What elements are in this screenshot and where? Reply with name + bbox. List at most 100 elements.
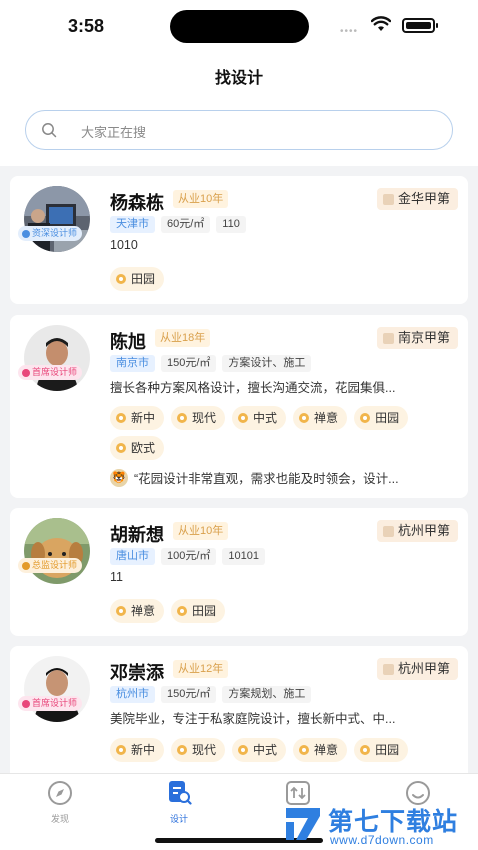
compass-icon (48, 781, 72, 805)
flower-icon (177, 745, 188, 755)
style-tag: 禅意 (293, 738, 348, 762)
flower-icon (116, 274, 126, 284)
designer-name: 邓崇添 (110, 663, 164, 683)
meta-row: 南京市 150元/㎡ 方案设计、施工 (110, 355, 312, 372)
flower-icon (116, 745, 126, 755)
flower-icon (177, 606, 188, 616)
price-chip: 100元/㎡ (161, 548, 217, 565)
search-input[interactable]: 大家正在搜 (25, 110, 453, 150)
city-chip: 天津市 (110, 216, 155, 233)
firm-icon (382, 332, 394, 344)
service-chip: 10101 (222, 548, 266, 565)
flower-icon (116, 413, 126, 423)
wifi-icon (371, 16, 391, 31)
price-chip: 150元/㎡ (161, 686, 217, 703)
page-title: 找设计 (214, 70, 263, 87)
flower-icon (116, 606, 126, 616)
flower-icon (299, 745, 310, 755)
tab-label: 发现 (50, 814, 69, 824)
firm-badge: 杭州甲第 (376, 658, 458, 680)
firm-badge: 南京甲第 (376, 327, 458, 349)
firm-icon (382, 525, 394, 537)
firm-icon (382, 663, 394, 675)
style-tag: 现代 (171, 406, 226, 430)
flower-icon (116, 443, 126, 453)
role-badge: 首席设计师 (18, 696, 83, 711)
designer-description: 擅长各种方案风格设计，擅长沟通交流，花园集俱... (110, 381, 396, 395)
tab-design[interactable]: 设计 (149, 780, 209, 825)
avatar (24, 518, 90, 584)
meta-row: 天津市 60元/㎡ 110 (110, 216, 246, 233)
style-tags: 禅意 田园 (110, 599, 456, 623)
style-tag: 现代 (171, 738, 226, 762)
role-badge: 首席设计师 (18, 365, 83, 380)
style-tag: 中式 (232, 738, 287, 762)
badge-icon (22, 368, 30, 377)
designer-card[interactable]: 资深设计师 杨森栋 从业10年 金华甲第 天津市 60元/㎡ 110 1010 … (10, 176, 468, 304)
city-chip: 杭州市 (110, 686, 155, 703)
meta-row: 唐山市 100元/㎡ 10101 (110, 548, 266, 565)
service-chip: 方案规划、施工 (222, 686, 312, 703)
style-tag: 田园 (171, 599, 226, 623)
role-badge: 资深设计师 (18, 226, 83, 241)
firm-icon (382, 193, 394, 205)
meta-row: 杭州市 150元/㎡ 方案规划、施工 (110, 686, 312, 703)
watermark-logo-icon (286, 808, 320, 840)
price-chip: 150元/㎡ (161, 355, 217, 372)
style-tag: 田园 (354, 738, 409, 762)
tab-discover[interactable]: 发现 (30, 780, 90, 825)
watermark-url: www.d7down.com (330, 833, 434, 847)
status-time: 3:58 (68, 16, 105, 36)
top-header: 3:58 •••• 找设计 大家正在搜 (0, 0, 478, 166)
designer-card[interactable]: 首席设计师 陈旭 从业18年 南京甲第 南京市 150元/㎡ 方案设计、施工 擅… (10, 315, 468, 498)
flower-icon (238, 413, 249, 423)
experience-badge: 从业12年 (173, 660, 229, 678)
firm-badge: 金华甲第 (376, 188, 458, 210)
style-tag: 田园 (354, 406, 409, 430)
style-tags: 新中 现代 中式 禅意 田园 (110, 738, 456, 762)
badge-icon (22, 561, 30, 570)
firm-badge: 杭州甲第 (376, 520, 458, 542)
service-chip: 110 (216, 216, 246, 233)
dynamic-island (170, 10, 309, 43)
style-tags: 田园 (110, 267, 456, 291)
experience-badge: 从业10年 (173, 522, 229, 540)
signal-icon: •••• (340, 26, 359, 37)
designer-name: 杨森栋 (110, 193, 164, 213)
avatar (24, 325, 90, 391)
avatar (24, 186, 90, 252)
price-chip: 60元/㎡ (161, 216, 211, 233)
experience-badge: 从业10年 (173, 190, 229, 208)
style-tag: 中式 (232, 406, 287, 430)
flower-icon (177, 413, 188, 423)
style-tag: 田园 (110, 267, 165, 291)
designer-card[interactable]: 总监设计师 胡新想 从业10年 杭州甲第 唐山市 100元/㎡ 10101 11… (10, 508, 468, 636)
search-placeholder: 大家正在搜 (81, 125, 147, 140)
city-chip: 唐山市 (110, 548, 155, 565)
review-snippet: 🐯 “花园设计非常直观，需求也能及时领会，设计... (110, 468, 456, 487)
design-search-icon (169, 781, 192, 805)
service-chip: 方案设计、施工 (222, 355, 312, 372)
flower-icon (360, 413, 371, 423)
badge-icon (22, 229, 30, 238)
watermark: 第七下载站 www.d7down.com (284, 800, 478, 850)
reviewer-avatar-icon: 🐯 (110, 468, 128, 487)
flower-icon (299, 413, 310, 423)
city-chip: 南京市 (110, 355, 155, 372)
designer-description: 美院毕业，专注于私家庭院设计，擅长新中式、中... (110, 712, 396, 726)
avatar (24, 656, 90, 722)
designer-name: 陈旭 (110, 332, 146, 352)
designer-card[interactable]: 首席设计师 邓崇添 从业12年 杭州甲第 杭州市 150元/㎡ 方案规划、施工 … (10, 646, 468, 786)
designer-description: 11 (110, 570, 123, 584)
style-tag: 禅意 (293, 406, 348, 430)
flower-icon (238, 745, 249, 755)
style-tags: 新中 现代 中式 禅意 田园 欧式 (110, 406, 456, 460)
style-tag: 禅意 (110, 599, 165, 623)
badge-icon (22, 699, 30, 708)
role-badge: 总监设计师 (18, 558, 83, 573)
battery-icon (402, 18, 438, 33)
search-icon (42, 123, 57, 138)
designer-description: 1010 (110, 238, 138, 252)
experience-badge: 从业18年 (155, 329, 211, 347)
designer-name: 胡新想 (110, 525, 164, 545)
